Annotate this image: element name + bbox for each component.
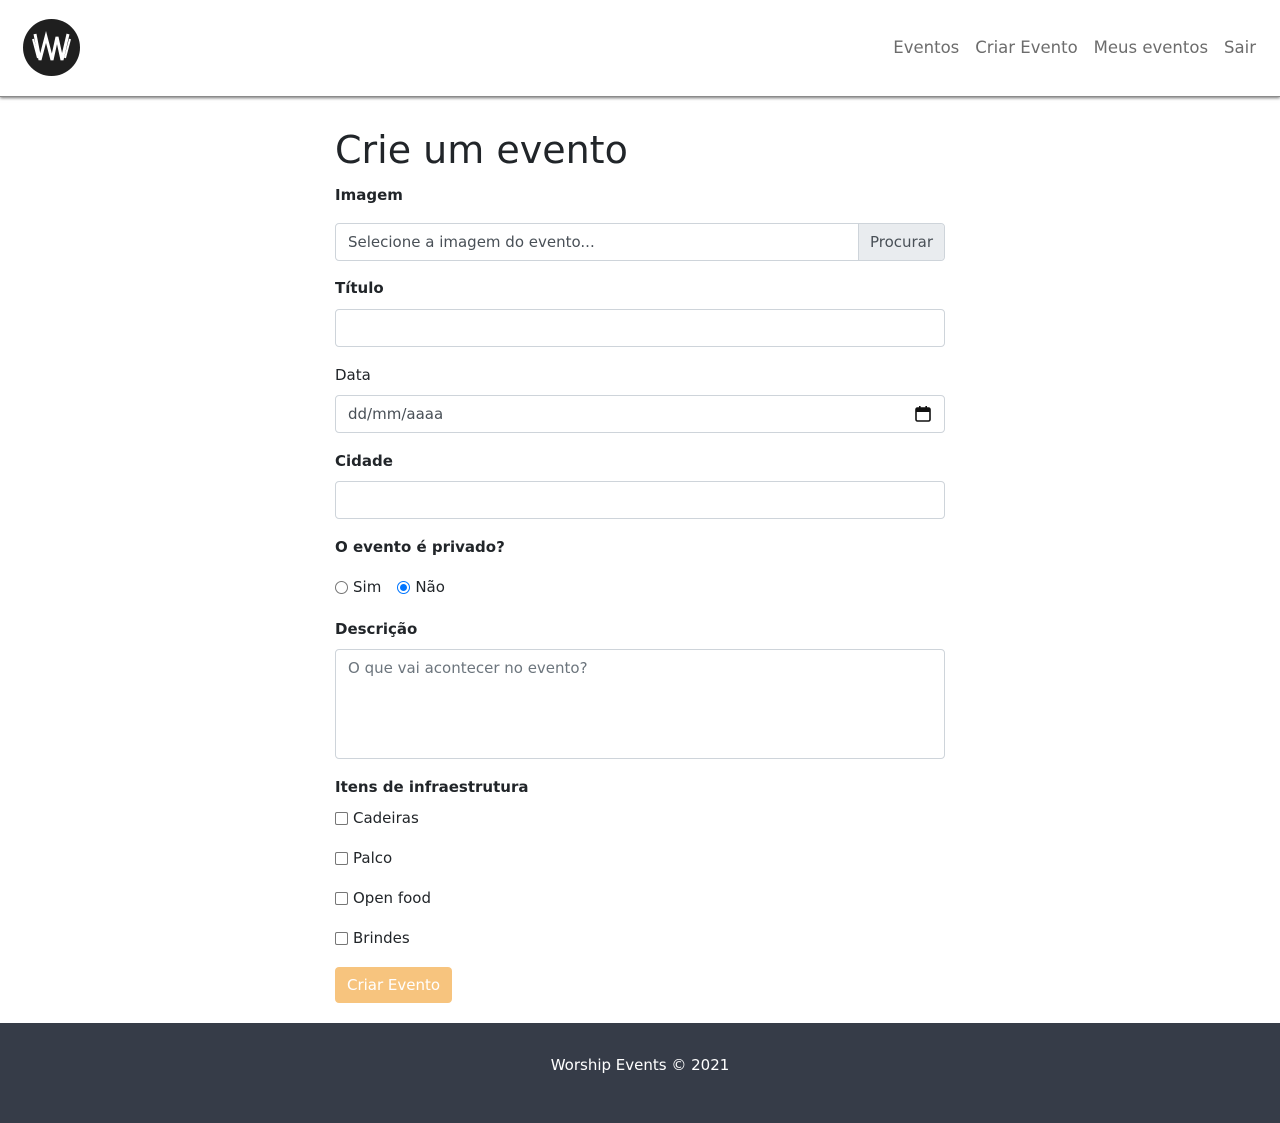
checkbox-open-food-label: Open food [353, 889, 431, 907]
footer: Worship Events © 2021 [0, 1023, 1280, 1123]
checkbox-open-food[interactable] [335, 891, 348, 905]
radio-nao[interactable] [397, 580, 411, 594]
title-label: Título [335, 279, 384, 297]
private-option-nao[interactable]: Não [397, 578, 445, 596]
date-label: Data [335, 366, 371, 384]
image-file-placeholder: Selecione a imagem do evento... [348, 233, 595, 251]
image-label: Imagem [335, 186, 403, 204]
radio-nao-label: Não [415, 578, 445, 596]
browse-button[interactable]: Procurar [858, 224, 944, 260]
navbar: Eventos Criar Evento Meus eventos Sair [0, 0, 1280, 97]
nav-eventos-link[interactable]: Eventos [893, 36, 959, 60]
footer-copyright: Worship Events © 2021 [550, 1056, 730, 1074]
city-label: Cidade [335, 452, 393, 470]
checkbox-palco-label: Palco [353, 849, 393, 867]
infra-item-cadeiras[interactable]: Cadeiras [335, 808, 419, 828]
description-textarea[interactable]: O que vai acontecer no evento? [335, 649, 945, 759]
infra-item-palco[interactable]: Palco [335, 848, 392, 868]
date-input[interactable]: dd/mm/aaaa [335, 395, 945, 433]
nav-meus-eventos-link[interactable]: Meus eventos [1094, 36, 1208, 60]
description-label: Descrição [335, 620, 418, 638]
create-event-button[interactable]: Criar Evento [335, 967, 453, 1003]
calendar-icon[interactable] [914, 405, 932, 423]
nav-links: Eventos Criar Evento Meus eventos Sair [877, 36, 1256, 60]
checkbox-brindes-label: Brindes [353, 929, 410, 947]
image-file-input[interactable]: Selecione a imagem do evento... Procurar [335, 223, 945, 261]
private-option-sim[interactable]: Sim [335, 578, 381, 596]
title-input[interactable] [335, 309, 945, 347]
infra-item-open-food[interactable]: Open food [335, 888, 431, 908]
private-radio-group: Sim Não [335, 577, 461, 597]
checkbox-cadeiras-label: Cadeiras [353, 809, 419, 827]
radio-sim-label: Sim [353, 578, 382, 596]
checkbox-brindes[interactable] [335, 931, 348, 945]
ww-logo-icon[interactable] [23, 19, 80, 76]
checkbox-cadeiras[interactable] [335, 811, 348, 825]
date-placeholder: dd/mm/aaaa [348, 405, 444, 423]
city-input[interactable] [335, 481, 945, 519]
checkbox-palco[interactable] [335, 851, 348, 865]
infra-item-brindes[interactable]: Brindes [335, 928, 410, 948]
infra-label: Itens de infraestrutura [335, 778, 529, 796]
nav-sair-link[interactable]: Sair [1224, 36, 1256, 60]
radio-sim[interactable] [335, 580, 348, 594]
private-label: O evento é privado? [335, 538, 505, 556]
description-placeholder: O que vai acontecer no evento? [348, 659, 588, 677]
page-title: Crie um evento [335, 128, 628, 172]
nav-criar-evento-link[interactable]: Criar Evento [975, 36, 1077, 60]
